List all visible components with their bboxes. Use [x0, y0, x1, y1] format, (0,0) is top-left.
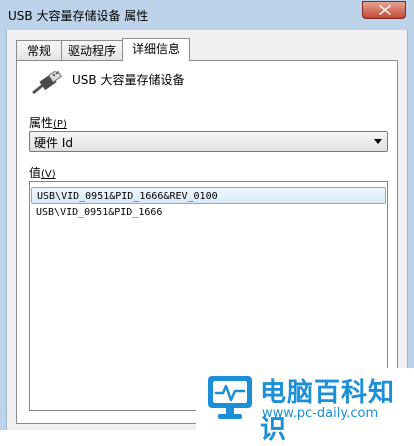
window-title: USB 大容量存储设备 属性	[8, 9, 149, 23]
device-name: USB 大容量存储设备	[72, 73, 185, 87]
watermark: 电脑百科知识 www.pc-daily.com	[196, 368, 414, 445]
list-item[interactable]: USB\VID_0951&PID_1666	[31, 204, 386, 221]
monitor-logo-icon	[208, 376, 252, 419]
usb-plug-icon	[32, 71, 63, 95]
chevron-down-icon	[374, 139, 382, 144]
list-item[interactable]: USB\VID_0951&PID_1666&REV_0100	[31, 187, 386, 204]
property-label-text: 属性	[29, 116, 54, 130]
value-label: 值(V)	[29, 164, 56, 181]
tab-label: 常规	[26, 44, 51, 58]
tab-general[interactable]: 常规	[16, 40, 62, 60]
title-bar[interactable]: USB 大容量存储设备 属性	[0, 0, 414, 30]
property-label: 属性(P)	[29, 114, 67, 131]
close-button[interactable]	[362, 1, 406, 19]
value-label-text: 值	[29, 166, 42, 180]
value-accel: (V)	[41, 169, 56, 180]
property-select-value: 硬件 Id	[34, 136, 73, 150]
tab-label: 驱动程序	[67, 44, 116, 58]
watermark-url: www.pc-daily.com	[262, 406, 379, 421]
property-select[interactable]: 硬件 Id	[29, 131, 388, 152]
tab-details[interactable]: 详细信息	[122, 38, 190, 61]
properties-window: USB 大容量存储设备 属性 常规 驱动程序 详细信息 USB 大容量存储设备 …	[0, 0, 414, 445]
tab-label: 详细信息	[131, 42, 180, 56]
property-accel: (P)	[53, 119, 67, 130]
close-icon	[379, 5, 391, 15]
tab-driver[interactable]: 驱动程序	[61, 40, 123, 60]
